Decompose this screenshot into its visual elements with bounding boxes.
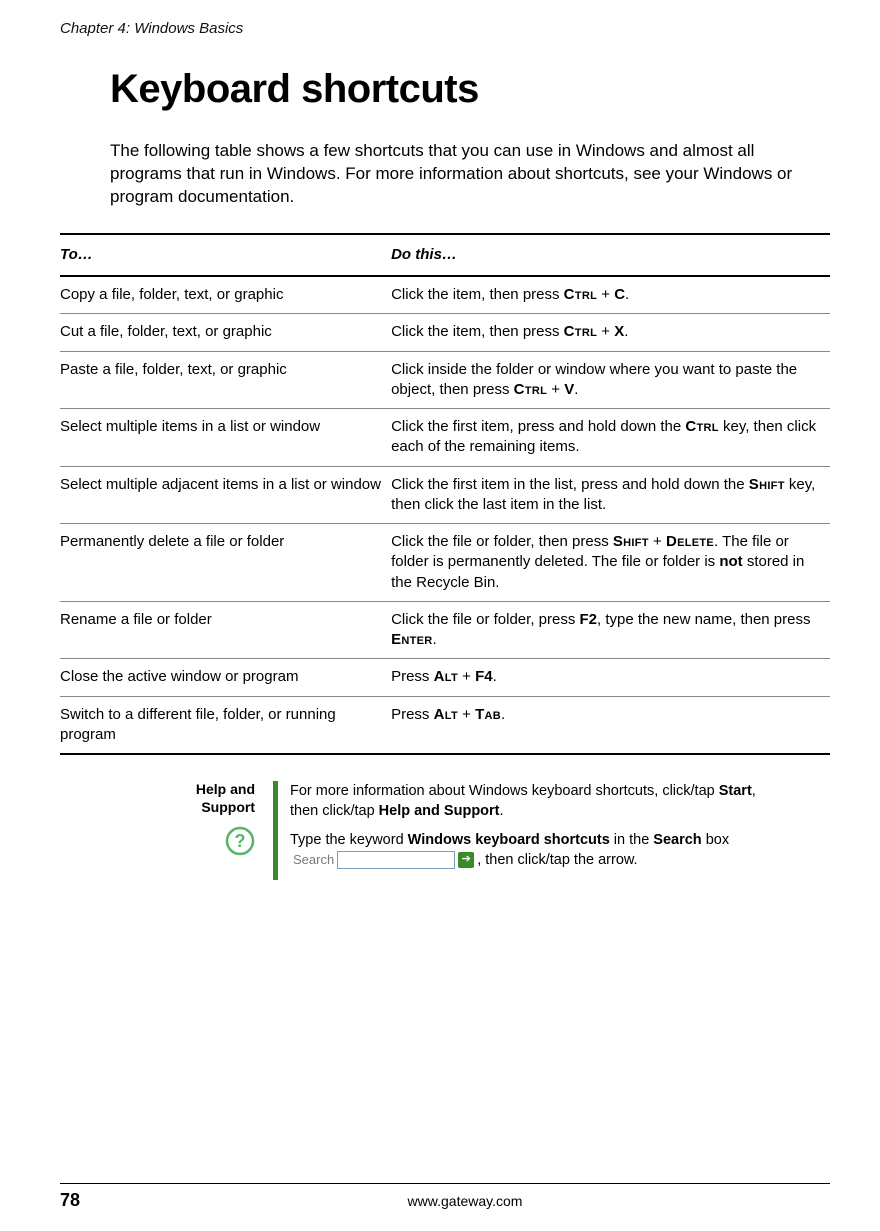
table-header-to: To… <box>60 234 391 276</box>
intro-paragraph: The following table shows a few shortcut… <box>110 140 820 209</box>
table-cell-to: Cut a file, folder, text, or graphic <box>60 314 391 351</box>
search-arrow-button[interactable]: ➔ <box>458 852 474 868</box>
question-mark-icon: ? <box>225 826 255 861</box>
table-cell-do: Click the first item in the list, press … <box>391 466 830 524</box>
table-row: Switch to a different file, folder, or r… <box>60 696 830 754</box>
table-row: Paste a file, folder, text, or graphicCl… <box>60 351 830 409</box>
svg-text:?: ? <box>235 831 246 851</box>
search-input[interactable] <box>337 851 455 869</box>
table-cell-do: Click the item, then press Ctrl + X. <box>391 314 830 351</box>
table-cell-do: Click the file or folder, press F2, type… <box>391 601 830 659</box>
table-cell-to: Copy a file, folder, text, or graphic <box>60 276 391 314</box>
help-title: Help and Support <box>175 781 255 816</box>
table-cell-do: Click the file or folder, then press Shi… <box>391 524 830 602</box>
table-cell-to: Close the active window or program <box>60 659 391 696</box>
search-label: Search <box>293 851 334 869</box>
table-row: Permanently delete a file or folderClick… <box>60 524 830 602</box>
footer-url: www.gateway.com <box>100 1193 830 1209</box>
help-accent-bar <box>273 781 278 880</box>
table-cell-do: Click the first item, press and hold dow… <box>391 409 830 467</box>
shortcuts-table: To… Do this… Copy a file, folder, text, … <box>60 233 830 755</box>
help-paragraph-2: Type the keyword Windows keyboard shortc… <box>290 831 775 870</box>
table-cell-to: Permanently delete a file or folder <box>60 524 391 602</box>
table-row: Select multiple adjacent items in a list… <box>60 466 830 524</box>
table-cell-to: Paste a file, folder, text, or graphic <box>60 351 391 409</box>
table-cell-to: Select multiple adjacent items in a list… <box>60 466 391 524</box>
table-row: Close the active window or programPress … <box>60 659 830 696</box>
page-number: 78 <box>60 1190 100 1211</box>
table-row: Rename a file or folderClick the file or… <box>60 601 830 659</box>
table-cell-do: Click inside the folder or window where … <box>391 351 830 409</box>
search-widget: Search ➔ <box>293 851 474 869</box>
table-cell-to: Switch to a different file, folder, or r… <box>60 696 391 754</box>
page-title: Keyboard shortcuts <box>110 67 830 112</box>
table-cell-do: Press Alt + Tab. <box>391 696 830 754</box>
table-cell-to: Select multiple items in a list or windo… <box>60 409 391 467</box>
table-cell-do: Click the item, then press Ctrl + C. <box>391 276 830 314</box>
table-cell-to: Rename a file or folder <box>60 601 391 659</box>
running-header: Chapter 4: Windows Basics <box>60 20 830 37</box>
table-header-do: Do this… <box>391 234 830 276</box>
help-paragraph-1: For more information about Windows keybo… <box>290 782 775 821</box>
page-footer: 78 www.gateway.com <box>60 1183 830 1211</box>
help-and-support-callout: Help and Support ? For more information … <box>175 781 775 880</box>
table-row: Cut a file, folder, text, or graphicClic… <box>60 314 830 351</box>
table-row: Select multiple items in a list or windo… <box>60 409 830 467</box>
table-cell-do: Press Alt + F4. <box>391 659 830 696</box>
table-row: Copy a file, folder, text, or graphicCli… <box>60 276 830 314</box>
